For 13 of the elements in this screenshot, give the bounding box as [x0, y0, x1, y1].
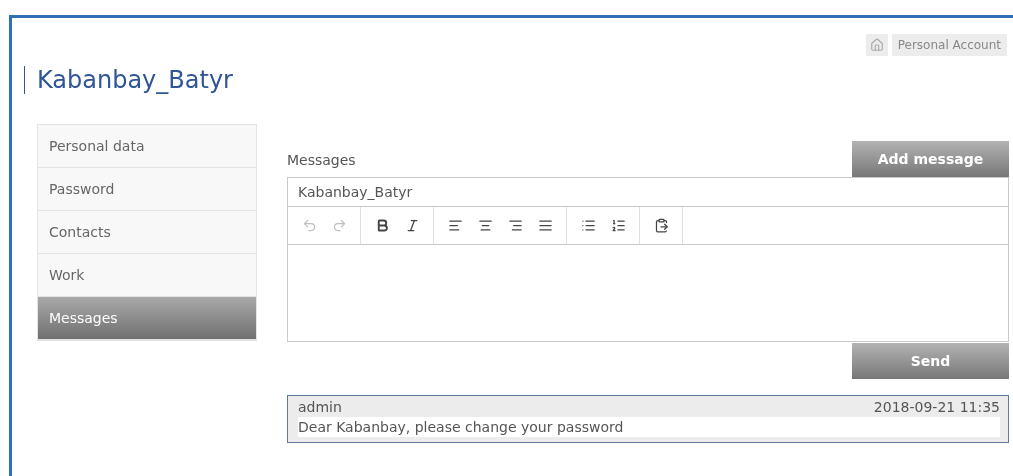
message-author: admin [298, 399, 342, 415]
section-heading: Messages [287, 152, 356, 168]
send-button[interactable]: Send [852, 343, 1009, 379]
sidebar-item[interactable]: Work [38, 254, 256, 297]
personal-account-link[interactable]: Personal Account [891, 34, 1007, 56]
sidebar-item[interactable]: Contacts [38, 211, 256, 254]
message-time: 2018-09-21 11:35 [873, 399, 1000, 415]
sidebar-item[interactable]: Messages [38, 297, 256, 340]
message-text: Dear Kabanbay, please change your password [298, 417, 1000, 437]
sidebar-item[interactable]: Password [38, 168, 256, 211]
sidebar-item[interactable]: Personal data [38, 125, 256, 168]
page-title: Kabanbay_Batyr [37, 66, 233, 94]
add-message-button[interactable]: Add message [852, 141, 1009, 177]
